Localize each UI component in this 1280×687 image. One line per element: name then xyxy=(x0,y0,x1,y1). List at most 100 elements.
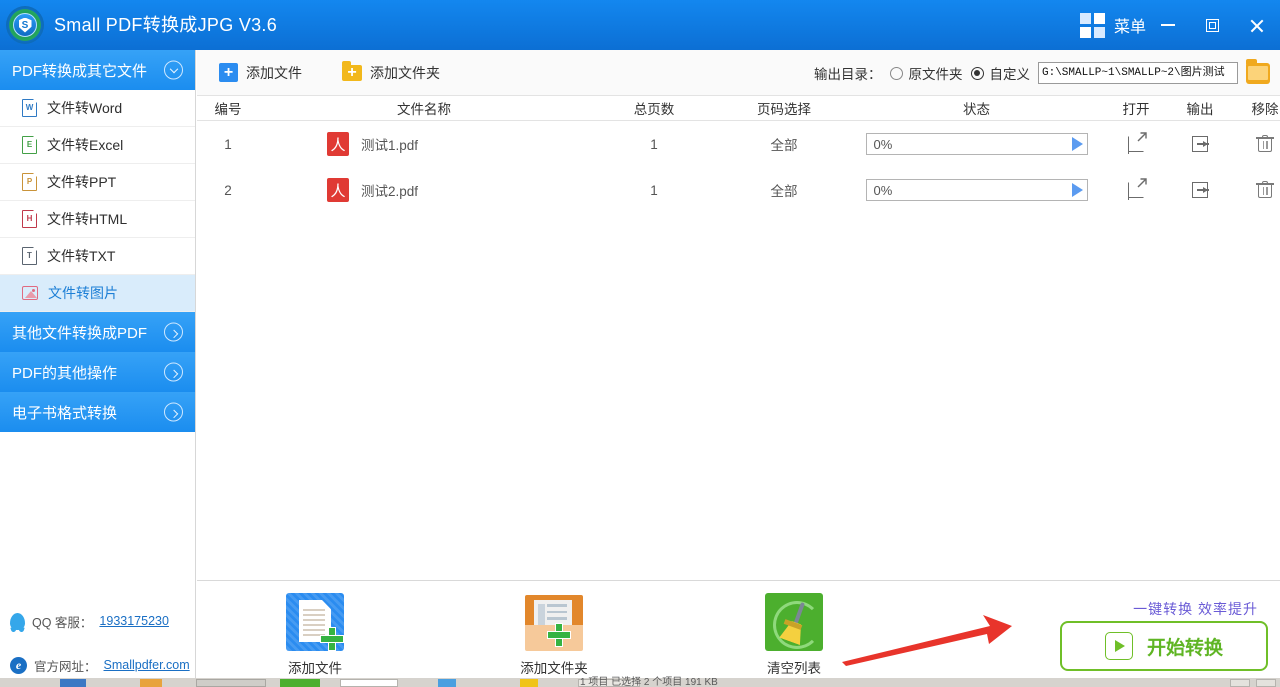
row-open-button[interactable] xyxy=(1104,178,1168,201)
chevron-right-icon xyxy=(164,402,183,422)
bottom-add-folder-label: 添加文件夹 xyxy=(520,661,588,676)
sidebar-item-label: 文件转Excel xyxy=(47,137,124,153)
application-window: S Small PDF转换成JPG V3.6 菜单 PDF转换成其它文件 W 文 xyxy=(0,0,1280,687)
bottom-add-folder-button[interactable]: 添加文件夹 xyxy=(494,593,614,677)
row-remove-button[interactable] xyxy=(1232,180,1280,198)
add-file-large-icon xyxy=(286,593,344,651)
radio-custom-folder-button[interactable] xyxy=(970,66,984,80)
play-icon[interactable] xyxy=(1071,137,1083,151)
row-progress-text: 0% xyxy=(873,136,893,152)
sidebar-item-label: 文件转Word xyxy=(47,100,123,116)
output-directory-group: 输出目录： 原文件夹 自定义 G:\SMALLP~1\SMALLP~2\图片测试 xyxy=(814,50,1270,96)
maximize-button[interactable] xyxy=(1190,0,1234,50)
minimize-icon xyxy=(1161,24,1175,26)
qq-support-label: QQ 客服： xyxy=(32,615,93,630)
row-open-button[interactable] xyxy=(1104,132,1168,155)
row-output-button[interactable] xyxy=(1168,182,1232,198)
close-button[interactable] xyxy=(1234,0,1278,50)
sidebar-item-to-ppt[interactable]: P 文件转PPT xyxy=(0,164,195,201)
row-pages: 1 xyxy=(650,182,658,198)
row-page-select[interactable]: 全部 xyxy=(719,180,849,200)
folder-browse-icon[interactable] xyxy=(1246,58,1270,84)
sidebar-item-to-excel[interactable]: E 文件转Excel xyxy=(0,127,195,164)
row-status-cell: 0% xyxy=(849,179,1104,201)
trash-icon xyxy=(1256,134,1274,152)
file-list-table: 编号 文件名称 总页数 页码选择 状态 打开 输出 移除 1 测试1.pdf 1… xyxy=(197,96,1280,580)
sidebar-section-pdf-to-other[interactable]: PDF转换成其它文件 xyxy=(0,50,195,90)
qq-support-number[interactable]: 1933175230 xyxy=(99,614,169,628)
export-icon xyxy=(1192,136,1209,152)
row-filename: 测试2.pdf xyxy=(361,184,419,199)
sidebar-item-label: 文件转图片 xyxy=(48,285,118,301)
open-arrow-glyph xyxy=(1137,178,1147,188)
radio-original-folder-button[interactable] xyxy=(889,66,903,80)
start-convert-button[interactable]: 开始转换 xyxy=(1060,621,1268,671)
row-progress-bar: 0% xyxy=(865,179,1088,201)
column-header-page-select: 页码选择 xyxy=(757,102,811,117)
chevron-down-icon xyxy=(164,60,183,80)
row-page-select[interactable]: 全部 xyxy=(719,134,849,154)
clear-list-broom-icon xyxy=(765,593,823,651)
image-doc-icon xyxy=(22,286,38,300)
html-doc-icon: H xyxy=(22,210,37,228)
bottom-clear-list-button[interactable]: 清空列表 xyxy=(734,593,854,677)
bottom-action-bar: 添加文件 添加文件夹 清空列表 一键转换 效率提升 开始转换 xyxy=(197,580,1280,680)
official-site-link[interactable]: Smallpdfer.com xyxy=(104,658,190,672)
app-logo: S xyxy=(6,6,44,44)
sidebar-item-to-html[interactable]: H 文件转HTML xyxy=(0,201,195,238)
toolbar-add-folder-button[interactable]: 添加文件夹 xyxy=(342,60,440,83)
chevron-right-icon xyxy=(164,362,183,382)
row-filename: 测试1.pdf xyxy=(361,138,419,153)
radio-custom-folder-label: 自定义 xyxy=(989,67,1031,82)
row-status-cell: 0% xyxy=(849,133,1104,155)
start-convert-label: 开始转换 xyxy=(1146,637,1223,659)
table-row[interactable]: 2 测试2.pdf 1 全部 0% xyxy=(197,167,1280,213)
sidebar-item-to-txt[interactable]: T 文件转TXT xyxy=(0,238,195,275)
row-progress-bar: 0% xyxy=(865,133,1088,155)
chevron-right-icon xyxy=(164,322,183,342)
shield-icon: S xyxy=(18,17,32,33)
open-external-icon xyxy=(1127,178,1147,201)
word-doc-icon: W xyxy=(22,99,37,117)
logo-inner: S xyxy=(13,13,37,37)
radio-original-folder[interactable]: 原文件夹 xyxy=(889,63,963,83)
sidebar-section-ebook-convert[interactable]: 电子书格式转换 xyxy=(0,392,195,432)
export-icon xyxy=(1192,182,1209,198)
trash-icon xyxy=(1256,180,1274,198)
sidebar-section-other-to-pdf[interactable]: 其他文件转换成PDF xyxy=(0,312,195,352)
radio-original-folder-label: 原文件夹 xyxy=(908,67,963,82)
menu-button[interactable]: 菜单 xyxy=(1079,0,1146,50)
add-folder-large-icon xyxy=(525,593,583,651)
sidebar: PDF转换成其它文件 W 文件转Word E 文件转Excel P 文件转PPT… xyxy=(0,50,196,687)
menu-button-label: 菜单 xyxy=(1113,19,1146,36)
radio-custom-folder[interactable]: 自定义 xyxy=(970,63,1031,83)
sidebar-section-pdf-other-ops[interactable]: PDF的其他操作 xyxy=(0,352,195,392)
background-window-status-text: 1 项目 已选择 2 个项目 191 KB xyxy=(580,677,718,687)
sidebar-section-label: 电子书格式转换 xyxy=(12,404,118,422)
column-header-status: 状态 xyxy=(963,102,990,117)
sidebar-section-label: PDF转换成其它文件 xyxy=(12,62,148,80)
excel-doc-icon: E xyxy=(22,136,37,154)
play-icon[interactable] xyxy=(1071,183,1083,197)
table-row[interactable]: 1 测试1.pdf 1 全部 0% xyxy=(197,121,1280,167)
bottom-add-file-button[interactable]: 添加文件 xyxy=(255,593,375,677)
sidebar-section-label: 其他文件转换成PDF xyxy=(12,324,148,342)
promo-text: 一键转换 效率提升 xyxy=(1133,601,1258,617)
minimize-button[interactable] xyxy=(1146,0,1190,50)
maximize-icon xyxy=(1205,18,1219,32)
table-header-row: 编号 文件名称 总页数 页码选择 状态 打开 输出 移除 xyxy=(197,96,1280,121)
close-icon xyxy=(1249,18,1264,33)
row-remove-button[interactable] xyxy=(1232,134,1280,152)
toolbar-add-file-button[interactable]: 添加文件 xyxy=(219,63,302,83)
qq-penguin-icon xyxy=(10,612,25,630)
pdf-file-icon xyxy=(327,178,349,202)
sidebar-item-to-image[interactable]: 文件转图片 xyxy=(0,275,195,312)
sidebar-item-label: 文件转HTML xyxy=(47,211,128,227)
row-output-button[interactable] xyxy=(1168,136,1232,152)
sidebar-item-to-word[interactable]: W 文件转Word xyxy=(0,90,195,127)
add-folder-icon xyxy=(342,60,362,81)
output-path-input[interactable]: G:\SMALLP~1\SMALLP~2\图片测试 xyxy=(1038,62,1238,84)
row-pages: 1 xyxy=(650,136,658,152)
bottom-clear-list-label: 清空列表 xyxy=(767,661,821,676)
column-header-open: 打开 xyxy=(1122,102,1150,117)
